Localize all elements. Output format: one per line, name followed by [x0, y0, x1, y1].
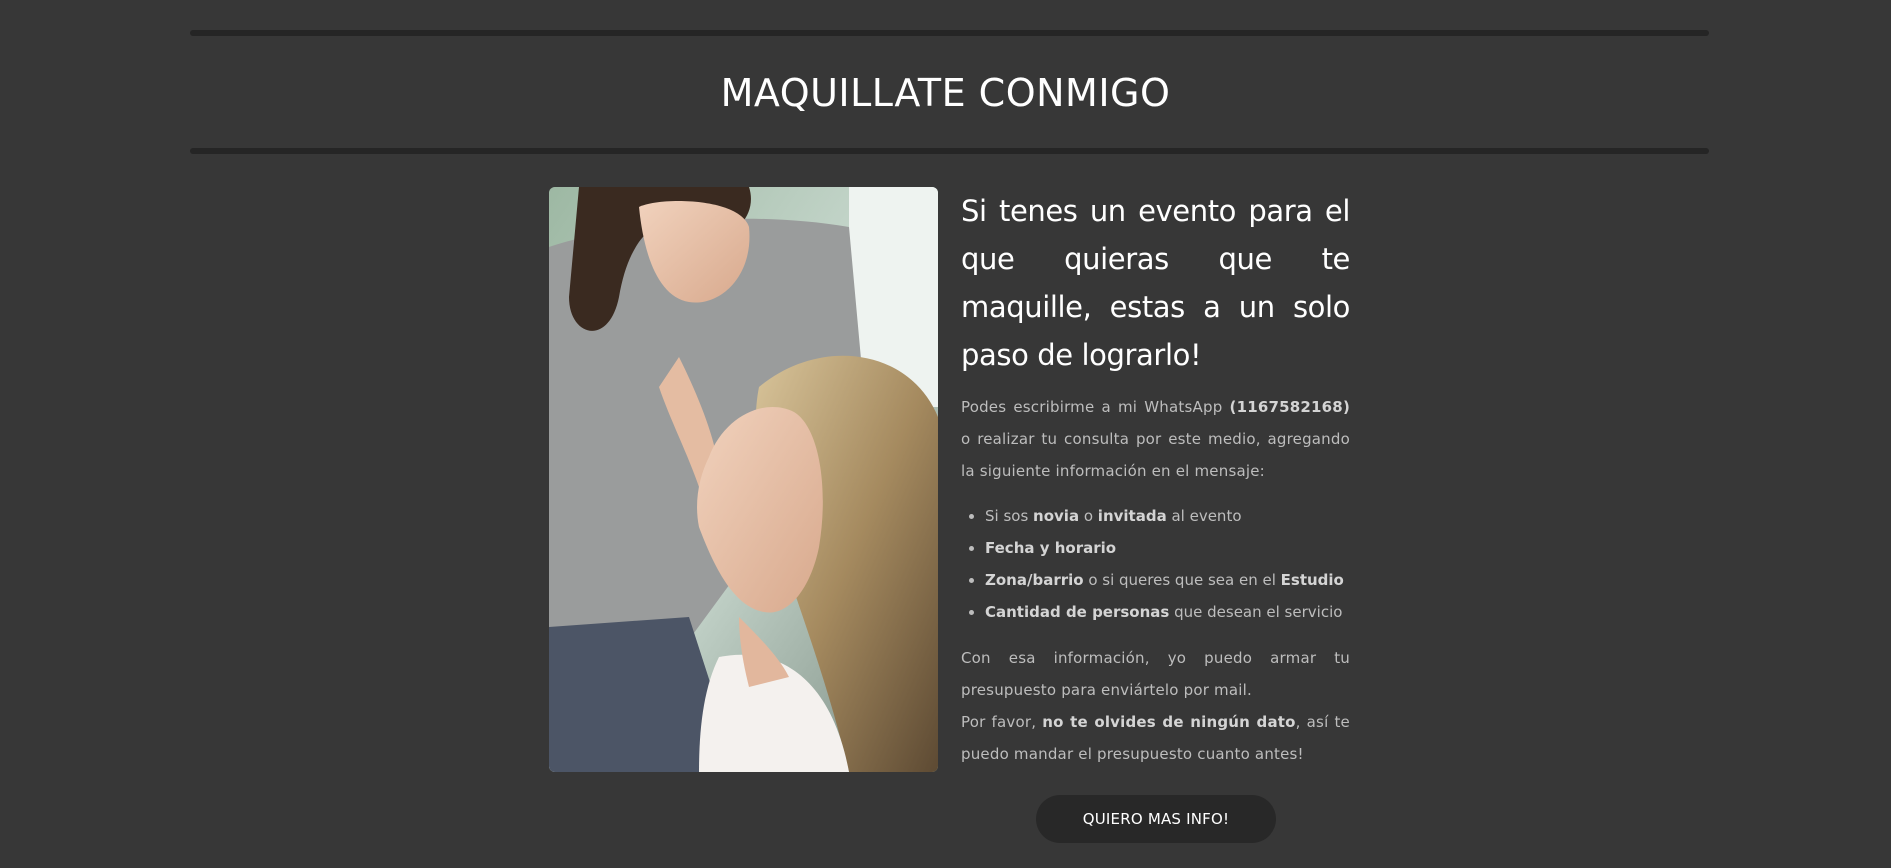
list-text: Si sos: [985, 507, 1034, 525]
list-text: al evento: [1166, 507, 1242, 525]
list-text: o: [1079, 507, 1098, 525]
makeup-photo: [549, 187, 938, 772]
intro-text-after: o realizar tu consulta por este medio, a…: [961, 430, 1350, 480]
intro-text-before: Podes escribirme a mi WhatsApp: [961, 398, 1230, 416]
list-text: que desean el servicio: [1169, 603, 1343, 621]
list-bold: Zona/barrio: [985, 571, 1084, 589]
list-bold: Cantidad de personas: [985, 603, 1170, 621]
list-bold: Fecha y horario: [985, 539, 1117, 557]
list-bold: novia: [1033, 507, 1080, 525]
closing-emphasis: no te olvides de ningún dato: [1042, 713, 1296, 731]
more-info-button[interactable]: QUIERO MAS INFO!: [1036, 795, 1276, 843]
list-item-zona: Zona/barrio o si queres que sea en el Es…: [985, 564, 1350, 596]
info-list: Si sos novia o invitada al evento Fecha …: [961, 500, 1350, 628]
list-item-cantidad: Cantidad de personas que desean el servi…: [985, 596, 1350, 628]
intro-paragraph: Podes escribirme a mi WhatsApp (11675821…: [961, 391, 1350, 487]
bottom-divider: [190, 148, 1709, 154]
page: MAQUILLATE CONMIGO Si tenes un evento pa…: [0, 0, 1891, 868]
list-bold: Estudio: [1280, 571, 1344, 589]
list-item-novia: Si sos novia o invitada al evento: [985, 500, 1350, 532]
list-item-fecha: Fecha y horario: [985, 532, 1350, 564]
photo-illustration: [549, 187, 938, 772]
page-title: MAQUILLATE CONMIGO: [720, 71, 1171, 115]
content-column: Si tenes un evento para el que quieras q…: [961, 187, 1350, 770]
list-text: o si queres que sea en el: [1083, 571, 1281, 589]
closing-line-2-before: Por favor,: [961, 713, 1043, 731]
closing-line-1: Con esa información, yo puedo armar tu p…: [961, 649, 1350, 699]
closing-paragraph: Con esa información, yo puedo armar tu p…: [961, 642, 1350, 770]
whatsapp-number: (1167582168): [1229, 398, 1350, 416]
list-bold: invitada: [1097, 507, 1167, 525]
headline: Si tenes un evento para el que quieras q…: [961, 194, 1350, 372]
top-divider: [190, 30, 1709, 36]
